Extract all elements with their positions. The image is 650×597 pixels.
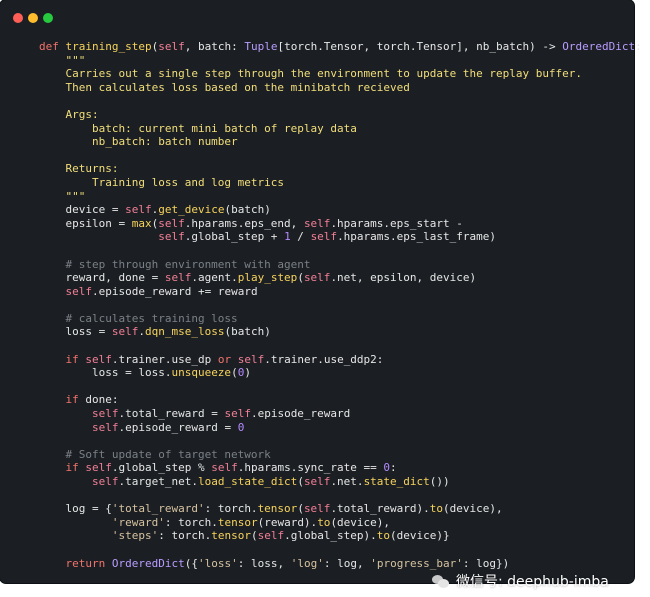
code-line: log = {'total_reward': torch.tensor(self… xyxy=(39,502,503,516)
code-line: self.episode_reward += reward xyxy=(65,284,258,298)
code-line: self.global_step + 1 / self.hparams.eps_… xyxy=(158,230,497,244)
code-line: ​ xyxy=(39,543,642,557)
wechat-icon xyxy=(432,573,450,589)
code-line: if self.global_step % self.hparams.sync_… xyxy=(65,461,397,475)
watermark: 微信号: deephub-imba xyxy=(432,571,609,591)
close-window-button[interactable] xyxy=(13,13,23,23)
watermark-text: 微信号: deephub-imba xyxy=(456,574,609,590)
code-line: if done: xyxy=(65,393,119,407)
minimize-window-button[interactable] xyxy=(28,13,38,23)
code-line: ​ xyxy=(39,489,642,503)
code-line: Training loss and log metrics xyxy=(39,175,285,189)
code-line: self.total_reward = self.episode_reward xyxy=(91,407,351,421)
code-line: ​ xyxy=(39,339,642,353)
code-line: ​ xyxy=(39,298,642,312)
code-line: 'steps': torch.tensor(self.global_step).… xyxy=(111,529,450,543)
code-line: if self.trainer.use_dp or self.trainer.u… xyxy=(65,352,384,366)
zoom-window-button[interactable] xyxy=(43,13,53,23)
code-line: def training_step(self, batch: Tuple[tor… xyxy=(39,40,642,53)
code-line: loss = self.dqn_mse_loss(batch) xyxy=(39,325,271,339)
code-line: Then calculates loss based on the miniba… xyxy=(39,80,410,94)
code-line: Returns: xyxy=(39,162,119,176)
code-line: nb_batch: batch number xyxy=(39,135,238,149)
code-line: # Soft update of target network xyxy=(39,447,271,461)
code-block: def training_step(self, batch: Tuple[tor… xyxy=(39,40,642,570)
code-window: def training_step(self, batch: Tuple[tor… xyxy=(0,0,642,583)
code-line: # step through environment with agent xyxy=(39,257,311,271)
code-line: ​ xyxy=(39,380,642,394)
code-line: """ xyxy=(39,189,86,203)
code-line: Carries out a single step through the en… xyxy=(39,67,583,81)
code-line: self.target_net.load_state_dict(self.net… xyxy=(91,475,450,488)
code-line: # calculates training loss xyxy=(39,311,238,325)
code-line: ​ xyxy=(39,434,642,448)
code-line: return OrderedDict({'loss': loss, 'log':… xyxy=(65,556,510,570)
code-line: reward, done = self.agent.play_step(self… xyxy=(39,271,477,285)
code-line: batch: current mini batch of replay data xyxy=(39,121,357,135)
code-line: loss = loss.unsqueeze(0) xyxy=(39,366,251,380)
code-line: ​ xyxy=(39,244,642,258)
code-line: Args: xyxy=(39,107,99,121)
code-line: self.episode_reward = 0 xyxy=(91,420,245,434)
code-line: 'reward': torch.tensor(reward).to(device… xyxy=(111,515,391,529)
code-line: device = self.get_device(batch) xyxy=(39,203,271,217)
code-line: """ xyxy=(39,53,86,67)
code-line: epsilon = max(self.hparams.eps_end, self… xyxy=(39,216,463,230)
